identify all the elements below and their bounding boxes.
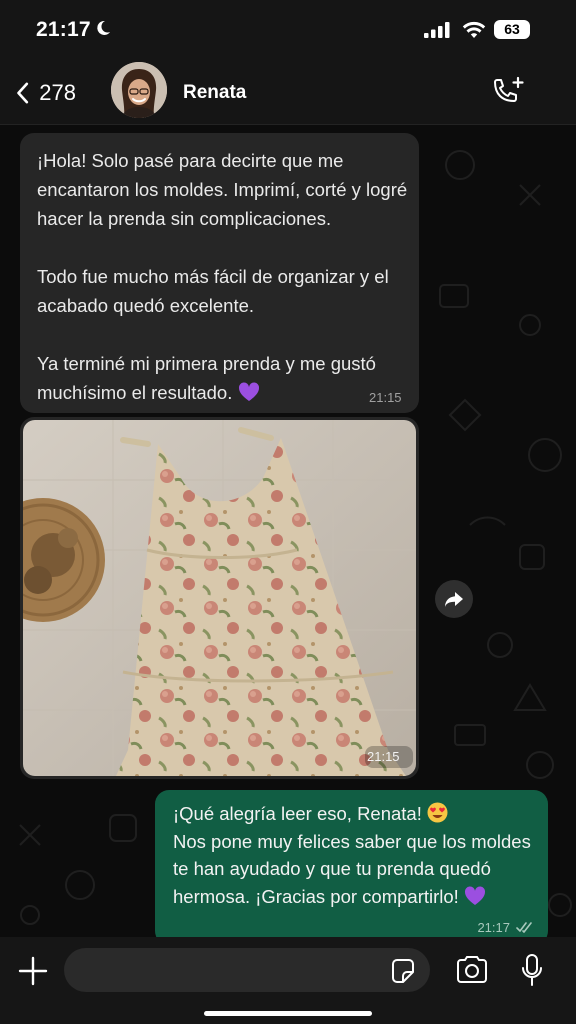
avatar[interactable] [111,62,167,118]
home-indicator[interactable] [204,1011,372,1016]
incoming-message-bubble[interactable]: ¡Hola! Solo pasé para decirte que me enc… [20,133,419,413]
battery-level: 63 [494,20,530,39]
message-time: 21:17 [477,920,510,935]
purple-heart-emoji [464,885,485,905]
message-time: 21:15 [369,390,402,405]
back-button[interactable]: 278 [16,76,76,110]
sticker-icon[interactable] [390,959,416,983]
message-paragraph: ¡Hola! Solo pasé para decirte que me enc… [37,150,408,229]
status-time: 21:17 [36,18,91,41]
message-field[interactable] [64,948,430,994]
message-text: ¡Qué alegría leer eso, Renata! [173,803,422,824]
forward-button[interactable] [435,580,473,618]
incoming-message-text: ¡Hola! Solo pasé para decirte que me enc… [37,146,417,407]
dress-photo[interactable] [23,420,416,776]
message-text: Ya terminé mi primera prenda y me gustó … [37,353,376,403]
message-meta: 21:17 [477,920,534,935]
purple-heart-emoji [238,382,259,401]
message-input[interactable] [82,948,376,994]
camera-icon[interactable] [455,955,489,985]
cellular-signal-icon [424,22,450,38]
chevron-left-icon [17,82,29,104]
outgoing-message-bubble[interactable]: ¡Qué alegría leer eso, Renata! Nos pone … [155,790,548,937]
forward-icon [445,592,463,607]
photo-time: 21:15 [367,749,400,764]
chat-header: 278 Renata [0,60,576,125]
avatar-image [111,62,167,118]
chat-area[interactable]: ¡Hola! Solo pasé para decirte que me enc… [0,125,576,937]
add-call-icon[interactable] [488,76,528,110]
status-bar: 21:17 63 [0,0,576,60]
plus-icon[interactable] [16,954,50,988]
heart-eyes-emoji [427,802,448,823]
message-paragraph: Ya terminé mi primera prenda y me gustó … [37,349,417,407]
double-check-read-icon [516,922,532,933]
outgoing-message-text: ¡Qué alegría leer eso, Renata! Nos pone … [173,800,543,910]
moon-icon [97,20,110,35]
unread-count: 278 [39,80,76,105]
photo-message-bubble[interactable]: 21:15 [20,417,419,779]
dress-photo-image [23,420,416,776]
wifi-icon [462,21,486,38]
contact-name[interactable]: Renata [183,82,246,104]
microphone-icon[interactable] [520,953,544,987]
message-paragraph: Todo fue mucho más fácil de organizar y … [37,266,389,316]
